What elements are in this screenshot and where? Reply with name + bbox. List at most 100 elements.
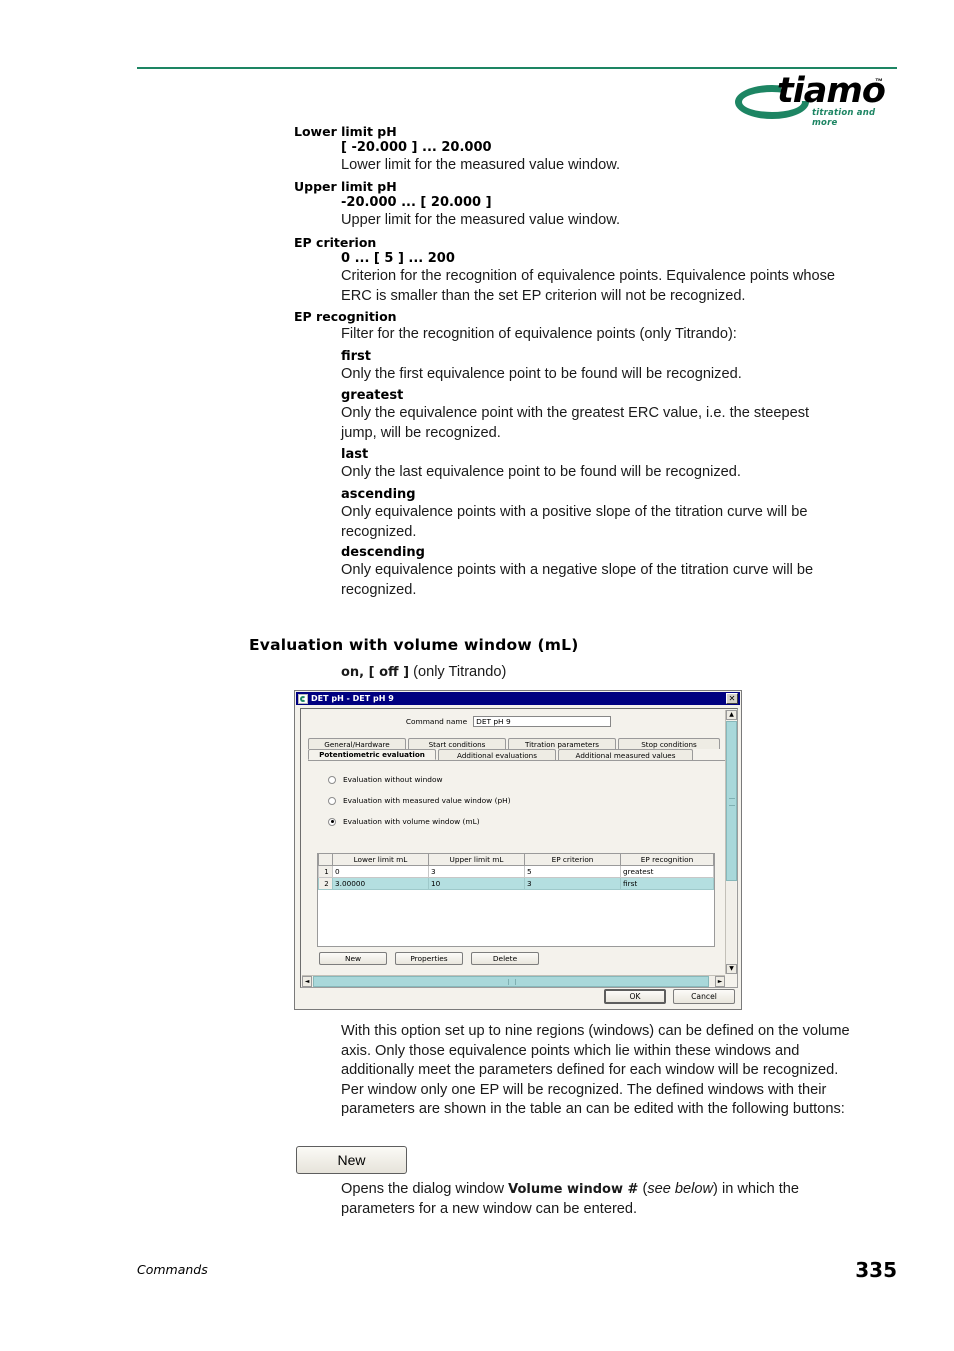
tab-panel-potentiometric-evaluation: Evaluation without window Evaluation wit… (308, 760, 725, 976)
radio-label: Evaluation without window (343, 775, 443, 784)
tab-titration-parameters[interactable]: Titration parameters (508, 738, 616, 749)
term-ep-criterion: EP criterion (294, 235, 377, 250)
term-lower-limit-ph: Lower limit pH (294, 124, 397, 139)
table-action-buttons: New Properties Delete (319, 952, 539, 965)
delete-button[interactable]: Delete (471, 952, 539, 965)
table-header-ep-criterion[interactable]: EP criterion (524, 854, 621, 866)
ok-button[interactable]: OK (604, 989, 666, 1004)
body-paragraph: With this option set up to nine regions … (341, 1023, 850, 1118)
tiamo-logo: tiamo ™ titration and more (735, 71, 897, 128)
volume-window-table[interactable]: Lower limit mL Upper limit mL EP criteri… (317, 853, 715, 947)
cell-ep-recognition[interactable]: greatest (620, 865, 714, 878)
option-name-last: last (341, 447, 369, 462)
table-row-number: 2 (318, 877, 333, 890)
new-window-button[interactable]: New (319, 952, 387, 965)
desc-italic: see below (647, 1181, 714, 1197)
command-name-label: Command name (405, 717, 468, 726)
header-rule (137, 67, 897, 69)
radio-evaluation-volume-window[interactable]: Evaluation with volume window (mL) (328, 817, 480, 826)
radio-evaluation-measured-value-window[interactable]: Evaluation with measured value window (p… (328, 796, 511, 805)
horizontal-scrollbar-thumb[interactable] (313, 976, 709, 987)
range-lower-limit-ph: [ -20.000 ] ... 20.000 (341, 140, 492, 155)
dialog-body: Command name DET pH 9 General/Hardware S… (300, 708, 738, 988)
term-upper-limit-ph: Upper limit pH (294, 179, 397, 194)
option-name-greatest: greatest (341, 388, 404, 403)
dialog-title: DET pH - DET pH 9 (311, 694, 394, 703)
scroll-right-icon[interactable]: ► (715, 976, 725, 987)
vertical-scrollbar-thumb[interactable] (726, 721, 737, 881)
radio-icon (328, 775, 336, 784)
range-ep-criterion: 0 ... [ 5 ] ... 200 (341, 251, 455, 266)
desc-bold: Volume window # (508, 1182, 639, 1197)
tab-additional-evaluations[interactable]: Additional evaluations (438, 749, 556, 760)
desc-prefix: Opens the dialog window (341, 1181, 509, 1197)
table-row[interactable]: 1 0 3 5 greatest (318, 865, 714, 878)
option-description-first: Only the first equivalence point to be f… (341, 366, 742, 382)
tab-potentiometric-evaluation[interactable]: Potentiometric evaluation (308, 749, 436, 760)
description-ep-criterion: Criterion for the recognition of equival… (341, 268, 836, 304)
tab-start-conditions[interactable]: Start conditions (408, 738, 506, 749)
description-ep-recognition: Filter for the recognition of equivalenc… (341, 326, 737, 342)
tab-stop-conditions[interactable]: Stop conditions (618, 738, 720, 749)
dialog-titlebar: DET pH - DET pH 9 ✕ (296, 692, 740, 705)
tab-row-secondary: Potentiometric evaluation Additional eva… (308, 749, 693, 760)
description-lower-limit-ph: Lower limit for the measured value windo… (341, 157, 621, 173)
option-description-descending: Only equivalence points with a negative … (341, 562, 814, 598)
logo-tagline: titration and more (812, 108, 876, 128)
command-name-input[interactable]: DET pH 9 (473, 716, 612, 727)
new-button-figure[interactable]: New (296, 1146, 407, 1174)
table-header-upper-limit[interactable]: Upper limit mL (428, 854, 525, 866)
tab-row-primary: General/Hardware Start conditions Titrat… (308, 738, 720, 749)
page-section-heading: Evaluation with volume window (mL) (249, 636, 579, 654)
tab-general-hardware[interactable]: General/Hardware (308, 738, 406, 749)
cell-lower-limit[interactable]: 0 (332, 865, 429, 878)
cell-ep-criterion[interactable]: 5 (524, 865, 621, 878)
vertical-scrollbar[interactable]: ▲ ▼ (725, 710, 737, 974)
option-name-descending: descending (341, 545, 425, 560)
footer-page-number: 335 (855, 1258, 897, 1282)
table-header-lower-limit[interactable]: Lower limit mL (332, 854, 429, 866)
cell-lower-limit[interactable]: 3.00000 (332, 877, 429, 890)
close-icon[interactable]: ✕ (726, 693, 738, 704)
footer-section-label: Commands (137, 1262, 208, 1277)
section-values-rest: (only Titrando) (409, 664, 507, 680)
det-ph-dialog: DET pH - DET pH 9 ✕ Command name DET pH … (294, 690, 742, 1010)
table-header-row: Lower limit mL Upper limit mL EP criteri… (318, 854, 714, 866)
description-upper-limit-ph: Upper limit for the measured value windo… (341, 212, 621, 228)
term-ep-recognition: EP recognition (294, 309, 397, 324)
radio-icon (328, 796, 336, 805)
radio-evaluation-without-window[interactable]: Evaluation without window (328, 775, 443, 784)
radio-label: Evaluation with measured value window (p… (343, 796, 511, 805)
option-description-last: Only the last equivalence point to be fo… (341, 464, 741, 480)
option-name-ascending: ascending (341, 487, 416, 502)
cell-upper-limit[interactable]: 10 (428, 877, 525, 890)
radio-label: Evaluation with volume window (mL) (343, 817, 480, 826)
document-page: tiamo ™ titration and more Lower limit p… (0, 0, 954, 1351)
tab-additional-measured-values[interactable]: Additional measured values (558, 749, 693, 760)
cancel-button[interactable]: Cancel (673, 989, 735, 1004)
table-header-rownum (318, 854, 333, 866)
logo-trademark-icon: ™ (875, 77, 883, 86)
scroll-up-icon[interactable]: ▲ (726, 710, 737, 720)
horizontal-scrollbar[interactable]: ◄ ► (302, 975, 725, 987)
logo-wordmark: tiamo (777, 71, 886, 111)
desc-mid: ( (638, 1181, 648, 1197)
properties-button[interactable]: Properties (395, 952, 463, 965)
section-values-bold: on, [ off ] (341, 665, 410, 680)
dialog-footer-buttons: OK Cancel (604, 989, 735, 1004)
section-values: on, [ off ] (only Titrando) (341, 663, 741, 683)
option-description-ascending: Only equivalence points with a positive … (341, 504, 808, 540)
cell-ep-recognition[interactable]: first (620, 877, 714, 890)
range-upper-limit-ph: -20.000 ... [ 20.000 ] (341, 195, 492, 210)
option-description-greatest: Only the equivalence point with the grea… (341, 405, 810, 441)
new-button-description: Opens the dialog window Volume window # … (341, 1180, 846, 1219)
scroll-down-icon[interactable]: ▼ (726, 964, 737, 974)
cell-upper-limit[interactable]: 3 (428, 865, 525, 878)
table-header-ep-recognition[interactable]: EP recognition (620, 854, 714, 866)
option-name-first: first (341, 349, 371, 364)
scroll-left-icon[interactable]: ◄ (302, 976, 312, 987)
table-row-number: 1 (318, 865, 333, 878)
table-row-selected[interactable]: 2 3.00000 10 3 first (318, 877, 714, 890)
cell-ep-criterion[interactable]: 3 (524, 877, 621, 890)
radio-icon-checked (328, 817, 336, 826)
